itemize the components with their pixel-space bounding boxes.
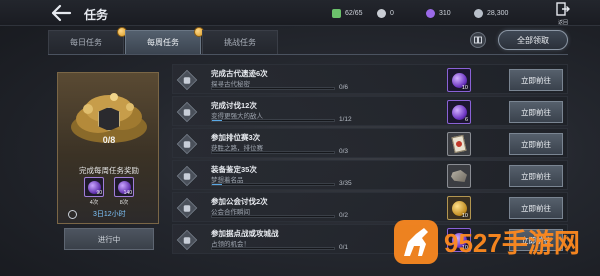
go-now-button[interactable]: 立即前往 xyxy=(509,165,563,187)
task-progress-count: 3/35 xyxy=(339,180,352,187)
task-row: 完成讨伐12次 变得更强大的敌人 1/12 6 立即前往 xyxy=(172,96,568,126)
task-reward[interactable]: 10 xyxy=(447,228,471,252)
purple-gem-icon xyxy=(426,8,435,18)
task-progress-bar xyxy=(211,183,335,186)
tab-weekly-label: 每周任务 xyxy=(147,38,179,47)
task-type-icon xyxy=(176,133,198,155)
back-button[interactable] xyxy=(50,4,72,22)
task-tabs: 每日任务 每周任务 挑战任务 xyxy=(48,27,279,54)
reward-threshold: 4次 xyxy=(89,200,99,206)
clock-icon xyxy=(68,209,77,219)
resource-gem: 310 xyxy=(426,7,451,19)
exit-button[interactable]: 返回 xyxy=(554,2,572,26)
task-reward-amount: 10 xyxy=(461,85,468,91)
task-progress-count: 0/6 xyxy=(339,84,349,91)
page-title: 任务 xyxy=(84,8,109,22)
weekly-reward-items: 90 4次 140 8次 xyxy=(84,177,134,206)
resource-silver: 0 xyxy=(377,7,394,19)
reward-amount: 140 xyxy=(123,190,132,196)
go-now-button[interactable]: 立即前往 xyxy=(509,133,563,155)
task-reward-amount: 10 xyxy=(461,245,468,251)
task-reward-amount: 10 xyxy=(461,213,468,219)
task-reward[interactable] xyxy=(447,132,471,156)
reward-amount: 90 xyxy=(96,190,102,196)
tab-challenge-label: 挑战任务 xyxy=(224,38,256,47)
task-progress-count: 0/2 xyxy=(339,212,349,219)
task-progress-fill xyxy=(212,120,223,121)
task-row: 参加公会讨伐2次 公会合作瞬间 0/2 10 立即前往 xyxy=(172,192,568,222)
green-resource-icon xyxy=(332,8,341,18)
task-row: 完成古代遗迹6次 探寻古代秘密 0/6 10 立即前往 xyxy=(172,64,568,94)
task-row: 参加排位赛3次 获胜之路，排位赛 0/3 立即前往 xyxy=(172,128,568,158)
task-row: 装备鉴定35次 梦想着名品 3/35 立即前往 xyxy=(172,160,568,190)
top-bar: 任务 62/65 0 310 28,300 返回 xyxy=(0,0,600,26)
task-type-icon xyxy=(176,69,198,91)
task-list: 完成古代遗迹6次 探寻古代秘密 0/6 10 立即前往 完成讨伐12次 变得更强… xyxy=(172,64,568,256)
task-reward[interactable] xyxy=(447,164,471,188)
back-arrow-icon xyxy=(51,4,72,22)
go-now-button[interactable]: 立即前往 xyxy=(509,229,563,251)
resource-gold: 28,300 xyxy=(474,7,508,19)
task-progress-count: 0/1 xyxy=(339,244,349,251)
task-progress-fill xyxy=(212,184,223,185)
reward-slot: 90 xyxy=(84,177,104,197)
reset-timer: 3日12小时 xyxy=(68,209,158,219)
info-button[interactable] xyxy=(470,32,486,48)
reward-slot: 140 xyxy=(114,177,134,197)
task-progress-bar xyxy=(211,247,335,250)
task-progress-bar xyxy=(211,119,335,122)
tab-daily-label: 每日任务 xyxy=(70,38,102,47)
exit-door-icon xyxy=(556,2,570,16)
go-now-button[interactable]: 立即前往 xyxy=(509,101,563,123)
card-pack-icon xyxy=(451,134,467,154)
weekly-reward-card: 0/8 完成每周任务奖励 90 4次 140 8次 3日12小时 xyxy=(57,72,159,224)
resource-silver-value: 0 xyxy=(390,9,394,17)
book-icon xyxy=(474,36,482,44)
task-reward[interactable]: 10 xyxy=(447,196,471,220)
task-progress-bar xyxy=(211,151,335,154)
task-progress-bar xyxy=(211,87,335,90)
claim-all-button[interactable]: 全部领取 xyxy=(498,30,568,50)
tab-weekly[interactable]: 每周任务 xyxy=(125,27,204,54)
chest-emblem-icon xyxy=(98,107,120,131)
gold-coin-icon xyxy=(474,8,483,18)
ore-icon xyxy=(451,170,467,182)
silver-coin-icon xyxy=(377,8,386,18)
task-reward-amount: 6 xyxy=(464,117,468,123)
task-type-icon xyxy=(176,101,198,123)
tab-daily[interactable]: 每日任务 xyxy=(48,27,127,54)
weekly-reward-item[interactable]: 140 8次 xyxy=(114,177,134,206)
task-type-icon xyxy=(176,197,198,219)
task-progress-count: 1/12 xyxy=(339,116,352,123)
task-type-icon xyxy=(176,229,198,251)
go-now-button[interactable]: 立即前往 xyxy=(509,69,563,91)
task-reward[interactable]: 6 xyxy=(447,100,471,124)
go-now-button[interactable]: 立即前往 xyxy=(509,197,563,219)
reset-timer-text: 3日12小时 xyxy=(93,211,126,218)
weekly-progress: 0/8 xyxy=(102,135,116,145)
tabs-divider xyxy=(48,54,568,55)
task-progress-count: 0/3 xyxy=(339,148,349,155)
reward-threshold: 8次 xyxy=(119,200,129,206)
resource-gold-value: 28,300 xyxy=(487,9,509,17)
task-progress-bar xyxy=(211,215,335,218)
resource-energy-value: 62/65 xyxy=(345,9,363,17)
exit-label: 返回 xyxy=(557,20,568,26)
resource-gem-value: 310 xyxy=(439,9,451,17)
weekly-reward-item[interactable]: 90 4次 xyxy=(84,177,104,206)
resource-energy: 62/65 xyxy=(332,7,363,19)
task-type-icon xyxy=(176,165,198,187)
in-progress-button[interactable]: 进行中 xyxy=(64,228,154,250)
weekly-reward-title: 完成每周任务奖励 xyxy=(79,166,139,175)
task-reward[interactable]: 10 xyxy=(447,68,471,92)
tab-challenge[interactable]: 挑战任务 xyxy=(202,30,278,54)
task-row: 参加据点战或攻城战 占领的机会！ 0/1 10 立即前往 xyxy=(172,224,568,254)
task-screen: 任务 62/65 0 310 28,300 返回 每日任务 每周任务 挑战任务 … xyxy=(0,0,600,276)
